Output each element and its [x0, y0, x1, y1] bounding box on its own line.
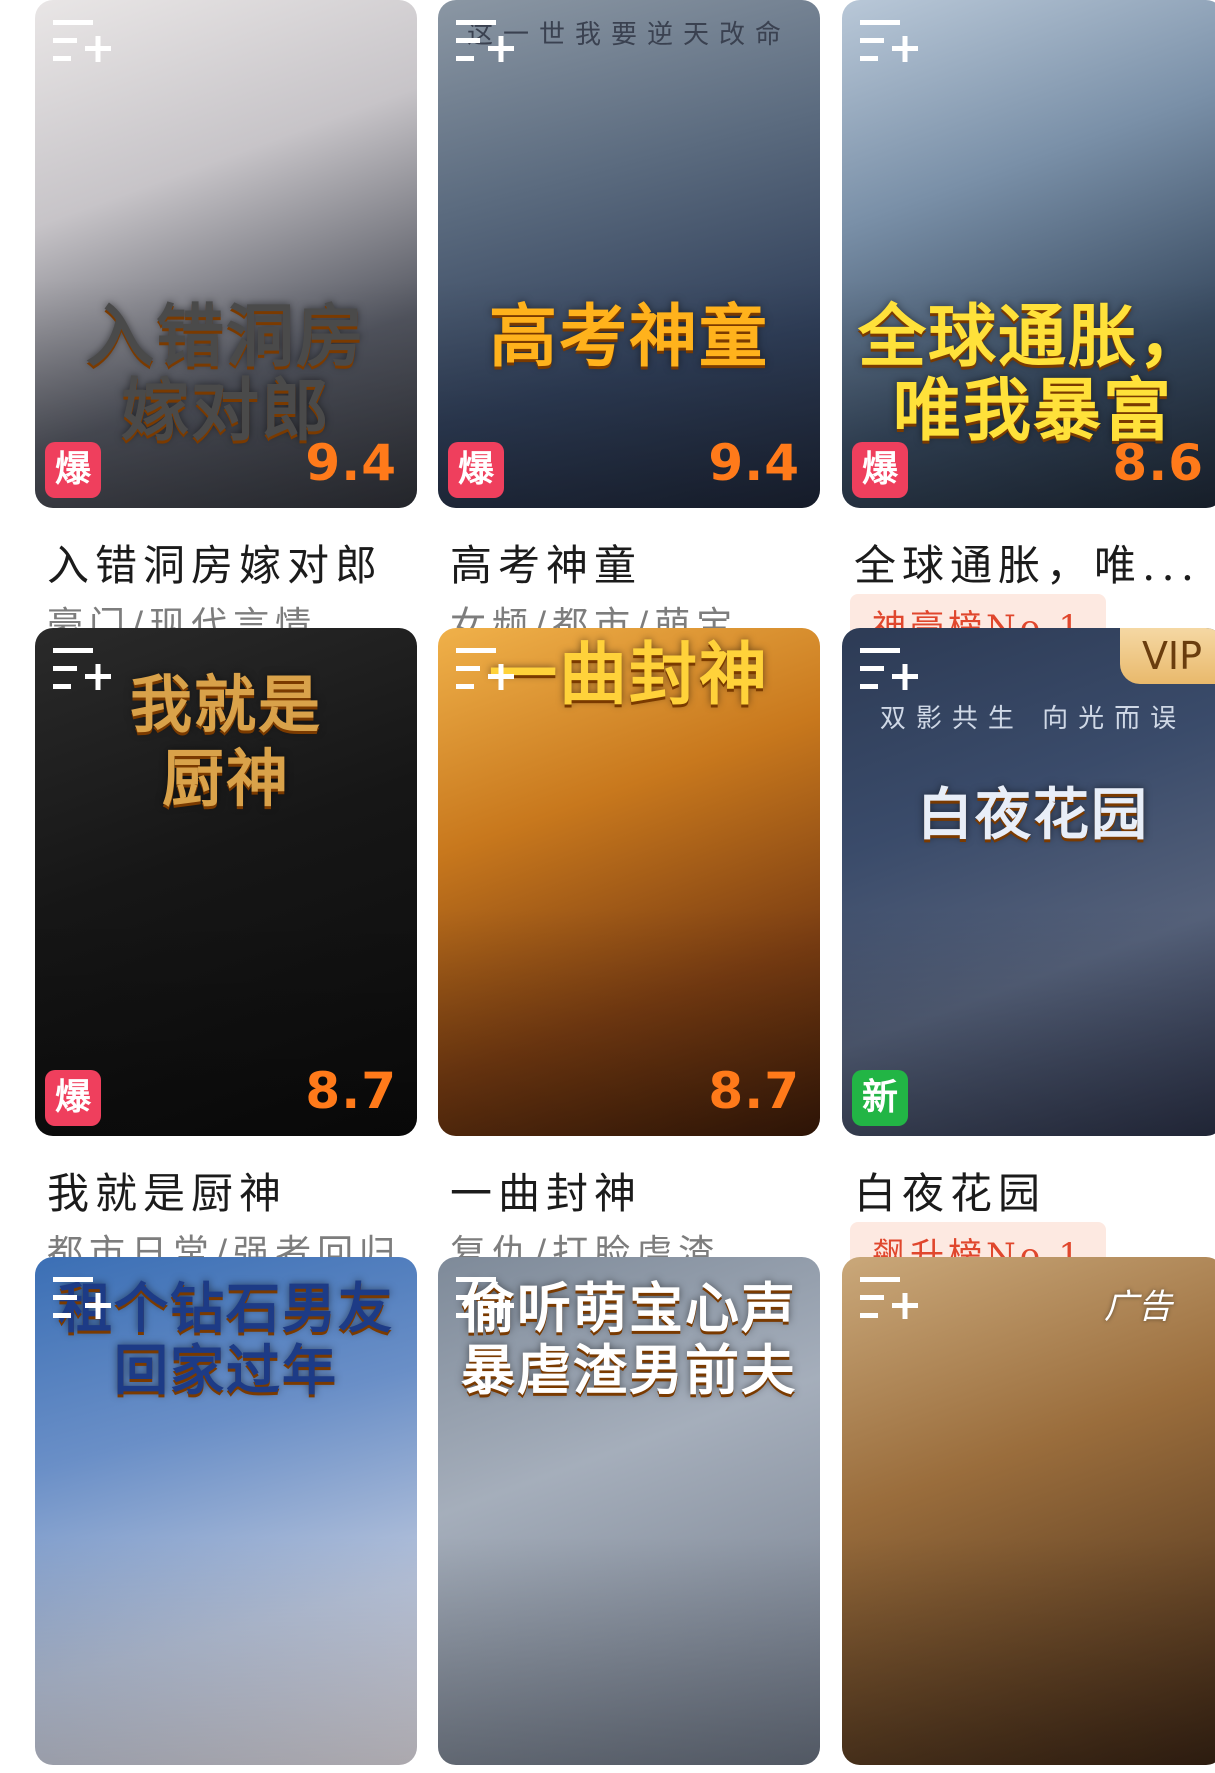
add-to-list-icon[interactable] [456, 644, 516, 700]
poster-image[interactable]: 租个钻石男友 回家过年 [35, 1257, 417, 1765]
poster-image[interactable]: 我就是 厨神爆 8.7 [35, 628, 417, 1136]
drama-card[interactable]: 入错洞房 嫁对郎爆 9.4 入错洞房嫁对郎 豪门/现代言情 [35, 0, 417, 646]
add-to-list-icon[interactable] [456, 1273, 516, 1329]
poster-image[interactable]: 偷听萌宝心声 暴虐渣男前夫 [438, 1257, 820, 1765]
rating-score: 8.7 [305, 1062, 397, 1120]
hot-badge: 爆 [45, 1070, 101, 1126]
drama-title[interactable]: 高考神童 [450, 532, 810, 593]
poster-image[interactable]: 一曲封神 8.7 [438, 628, 820, 1136]
drama-title[interactable]: 入错洞房嫁对郎 [47, 532, 407, 593]
vip-badge: VIP [1120, 628, 1215, 684]
poster-image[interactable]: 全球通胀， 唯我暴富爆 8.6 [842, 0, 1215, 508]
poster-title-art: 入错洞房 嫁对郎 [85, 297, 366, 451]
new-badge: 新 [852, 1070, 908, 1126]
poster-title-art: 高考神童 [488, 297, 769, 377]
hot-badge: 爆 [448, 442, 504, 498]
drama-title[interactable]: 全球通胀，唯... [854, 532, 1214, 593]
rating-score: 9.4 [708, 434, 800, 492]
add-to-list-icon[interactable] [860, 16, 920, 72]
poster-title-art: 全球通胀， 唯我暴富 [858, 297, 1209, 451]
poster-image[interactable]: 入错洞房 嫁对郎爆 9.4 [35, 0, 417, 508]
hot-badge: 爆 [852, 442, 908, 498]
poster-image[interactable]: 广告 [842, 1257, 1215, 1765]
hot-badge: 爆 [45, 442, 101, 498]
drama-title[interactable]: 白夜花园 [854, 1160, 1214, 1221]
add-to-list-icon[interactable] [53, 644, 113, 700]
rating-score: 8.6 [1112, 434, 1204, 492]
add-to-list-icon[interactable] [53, 1273, 113, 1329]
poster-image[interactable]: 双影共生 向光而误白夜花园新 VIP [842, 628, 1215, 1136]
ad-label: 广告 [1104, 1287, 1172, 1327]
drama-card[interactable]: 偷听萌宝心声 暴虐渣男前夫 [438, 1257, 820, 1773]
drama-card[interactable]: 广告 [842, 1257, 1215, 1773]
drama-card[interactable]: 一曲封神 8.7 一曲封神 复仇/打脸虐渣 [438, 628, 820, 1274]
add-to-list-icon[interactable] [456, 16, 516, 72]
add-to-list-icon[interactable] [53, 16, 113, 72]
drama-card[interactable]: 我就是 厨神爆 8.7 我就是厨神 都市日常/强者回归 [35, 628, 417, 1274]
drama-card[interactable]: 这一世我要逆天改命 高考神童爆 9.4 高考神童 女频/都市/萌宝 [438, 0, 820, 646]
drama-title[interactable]: 一曲封神 [450, 1160, 810, 1221]
poster-subtitle: 双影共生 向光而误 [879, 704, 1187, 734]
drama-title[interactable]: 我就是厨神 [47, 1160, 407, 1221]
add-to-list-icon[interactable] [860, 644, 920, 700]
poster-title-art: 白夜花园 [917, 782, 1149, 848]
rating-score: 9.4 [305, 434, 397, 492]
add-to-list-icon[interactable] [860, 1273, 920, 1329]
drama-card[interactable]: 双影共生 向光而误 白夜花园新 VIP 白夜花园 飙升榜No.1 [842, 628, 1215, 1290]
drama-card[interactable]: 全球通胀， 唯我暴富爆8.6全球通胀，唯...神豪榜No.1 [842, 0, 1215, 662]
poster-image[interactable]: 这一世我要逆天改命 高考神童爆 9.4 [438, 0, 820, 508]
drama-card[interactable]: 租个钻石男友 回家过年 [35, 1257, 417, 1773]
drama-grid: 入错洞房 嫁对郎爆 9.4 入错洞房嫁对郎 豪门/现代言情 这一世我要逆天改命 高考神童爆… [0, 0, 1215, 1773]
rating-score: 8.7 [708, 1062, 800, 1120]
